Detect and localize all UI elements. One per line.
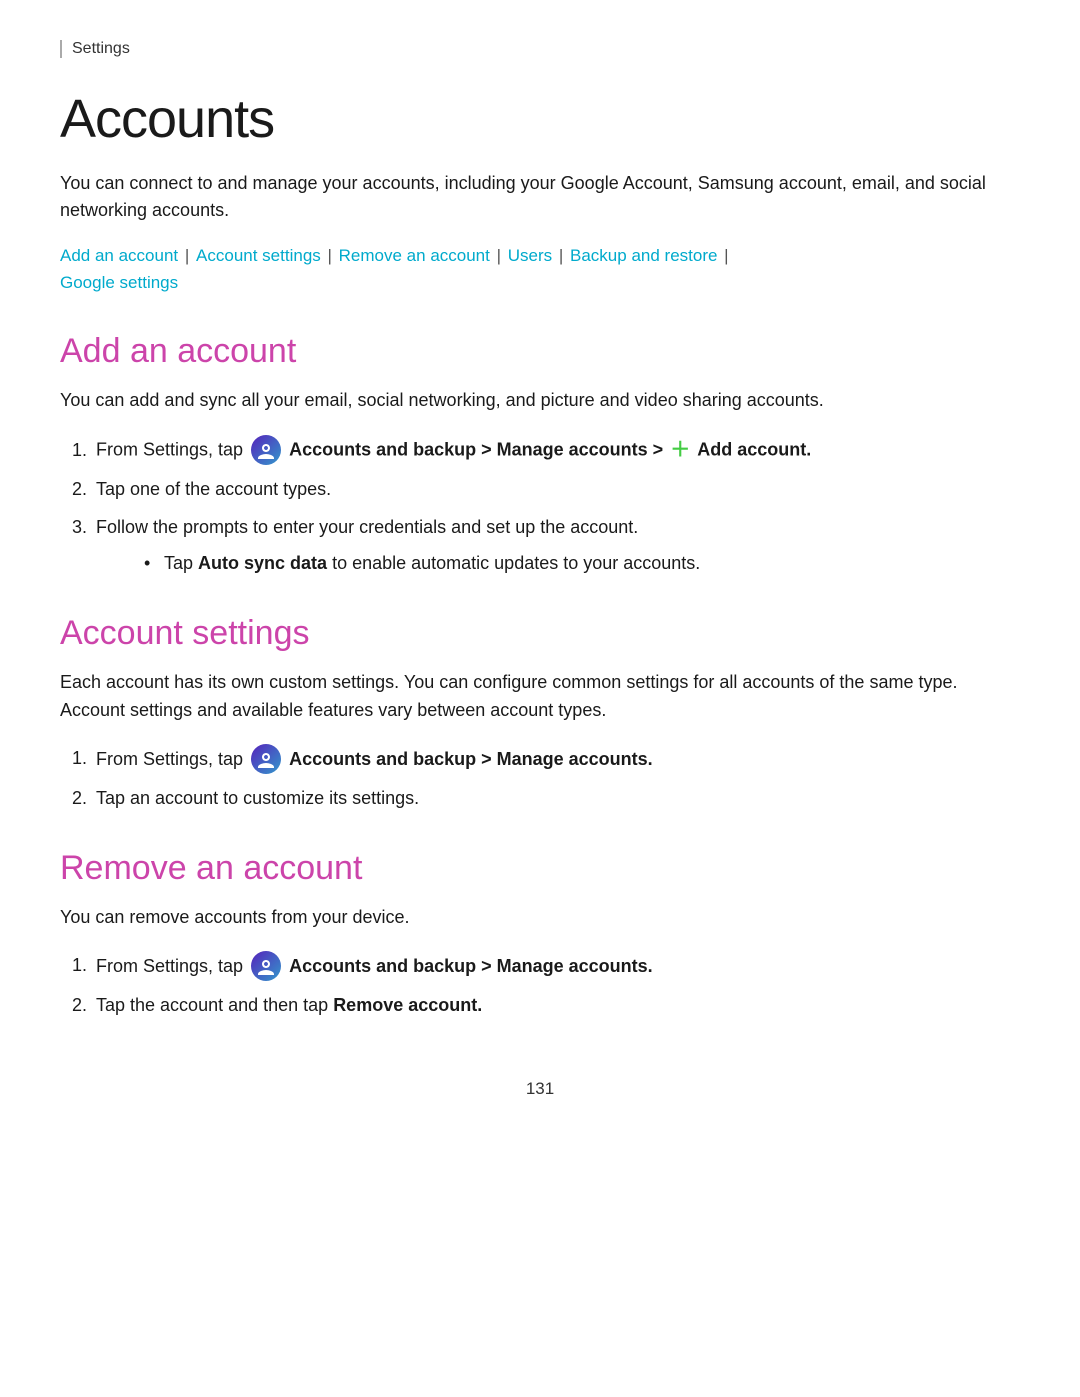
add-account-step-3: Follow the prompts to enter your credent… — [92, 514, 1020, 578]
accounts-backup-icon-3 — [251, 951, 281, 981]
account-settings-step-1: From Settings, tap Accounts and backup >… — [92, 745, 1020, 775]
step1-bold-end: Add account. — [697, 440, 811, 460]
remove-account-step-2: Tap the account and then tap Remove acco… — [92, 992, 1020, 1020]
nav-link-account-settings[interactable]: Account settings — [196, 246, 321, 265]
section-desc-account-settings: Each account has its own custom settings… — [60, 669, 1020, 725]
account-settings-steps: From Settings, tap Accounts and backup >… — [92, 745, 1020, 813]
step1-ra-text-before: From Settings, tap — [96, 955, 248, 975]
account-settings-step-2: Tap an account to customize its settings… — [92, 785, 1020, 813]
section-title-add-account: Add an account — [60, 332, 1020, 371]
add-account-step-1: From Settings, tap Accounts and backup >… — [92, 435, 1020, 466]
nav-link-remove-account[interactable]: Remove an account — [339, 246, 490, 265]
step1-text-before: From Settings, tap — [96, 440, 248, 460]
add-account-step-2: Tap one of the account types. — [92, 476, 1020, 504]
accounts-backup-icon-1 — [251, 435, 281, 465]
settings-breadcrumb: Settings — [60, 40, 1020, 58]
nav-link-backup-restore[interactable]: Backup and restore — [570, 246, 717, 265]
section-title-account-settings: Account settings — [60, 614, 1020, 653]
section-title-remove-account: Remove an account — [60, 849, 1020, 888]
add-account-steps: From Settings, tap Accounts and backup >… — [92, 435, 1020, 578]
remove-account-steps: From Settings, tap Accounts and backup >… — [92, 952, 1020, 1020]
step1-as-text-before: From Settings, tap — [96, 748, 248, 768]
section-desc-remove-account: You can remove accounts from your device… — [60, 904, 1020, 932]
section-desc-add-account: You can add and sync all your email, soc… — [60, 387, 1020, 415]
step1-ra-bold: Accounts and backup > Manage accounts. — [289, 955, 653, 975]
section-account-settings: Account settings Each account has its ow… — [60, 614, 1020, 813]
accounts-backup-icon-2 — [251, 744, 281, 774]
page-number: 131 — [60, 1079, 1020, 1099]
page-title: Accounts — [60, 88, 1020, 150]
nav-link-add-account[interactable]: Add an account — [60, 246, 178, 265]
step3-bullet-1: Tap Auto sync data to enable automatic u… — [144, 550, 1020, 578]
nav-links: Add an account | Account settings | Remo… — [60, 242, 1020, 296]
nav-link-google-settings[interactable]: Google settings — [60, 273, 178, 292]
intro-paragraph: You can connect to and manage your accou… — [60, 170, 1020, 224]
step1-as-bold: Accounts and backup > Manage accounts. — [289, 748, 653, 768]
section-add-account: Add an account You can add and sync all … — [60, 332, 1020, 578]
step1-bold-text: Accounts and backup > Manage accounts > — [289, 440, 668, 460]
remove-account-step-1: From Settings, tap Accounts and backup >… — [92, 952, 1020, 982]
step3-bullets: Tap Auto sync data to enable automatic u… — [144, 550, 1020, 578]
add-plus-icon: ＋ — [670, 435, 690, 466]
nav-link-users[interactable]: Users — [508, 246, 552, 265]
section-remove-account: Remove an account You can remove account… — [60, 849, 1020, 1020]
